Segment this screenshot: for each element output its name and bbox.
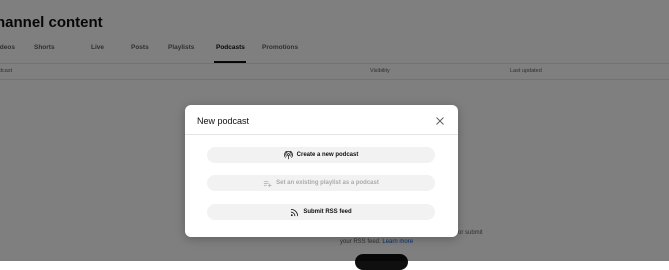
option-label: Submit RSS feed (303, 209, 352, 215)
option-label: Create a new podcast (296, 152, 359, 158)
new-podcast-dialog: New podcast Create a new podcast Set an … (185, 105, 458, 237)
dialog-divider (185, 134, 458, 135)
rss-icon (290, 208, 299, 217)
playlist-add-icon (263, 179, 272, 188)
close-icon[interactable] (434, 114, 446, 126)
option-label: Set an existing playlist as a podcast (276, 180, 379, 186)
submit-rss-feed-button[interactable]: Submit RSS feed (207, 204, 435, 220)
dialog-title: New podcast (197, 116, 250, 126)
create-new-podcast-button[interactable]: Create a new podcast (207, 147, 435, 163)
podcast-icon (283, 150, 293, 160)
set-existing-playlist-button[interactable]: Set an existing playlist as a podcast (207, 175, 435, 191)
